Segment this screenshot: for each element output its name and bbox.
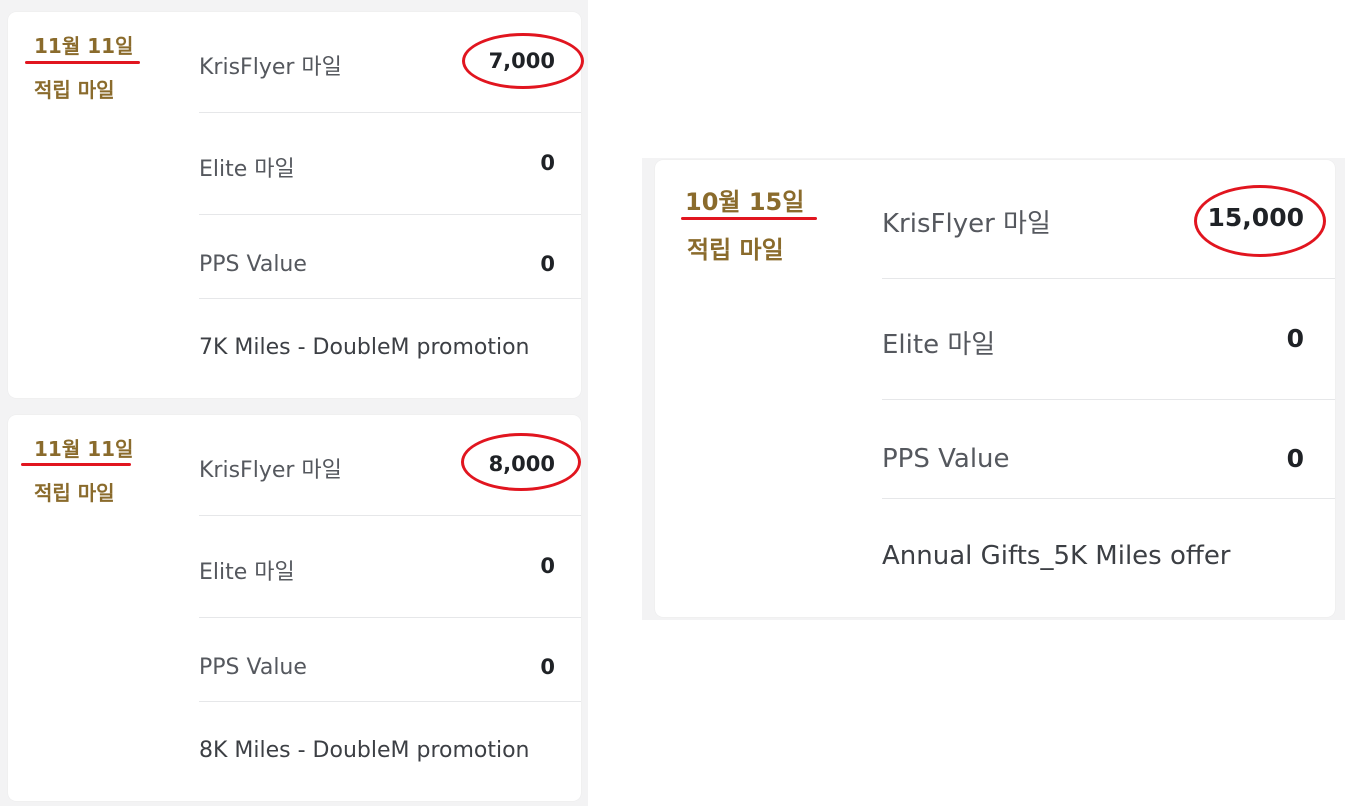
elite-label: Elite 마일 <box>199 560 295 585</box>
elite-value: 0 <box>540 151 555 175</box>
promotion-description: 8K Miles - DoubleM promotion <box>199 738 530 763</box>
highlight-ellipse <box>1194 185 1326 257</box>
mileage-card-1: 11월 11일 적립 마일 KrisFlyer 마일 7,000 Elite 마… <box>8 12 584 398</box>
krisflyer-label: KrisFlyer 마일 <box>199 55 342 80</box>
annotation-underline <box>25 61 140 64</box>
promotion-description: 7K Miles - DoubleM promotion <box>199 335 530 360</box>
krisflyer-row: KrisFlyer 마일 15,000 <box>882 160 1335 279</box>
elite-row: Elite 마일 0 <box>199 516 581 618</box>
elite-row: Elite 마일 0 <box>199 113 581 215</box>
annotation-caption: 적립 마일 <box>687 236 784 264</box>
annotation-caption: 적립 마일 <box>34 78 115 102</box>
pps-value: 0 <box>1286 444 1304 473</box>
pps-value: 0 <box>540 252 555 276</box>
pps-row: PPS Value 0 <box>199 618 581 702</box>
highlight-ellipse <box>462 33 584 89</box>
elite-label: Elite 마일 <box>882 330 996 360</box>
pps-label: PPS Value <box>199 655 307 680</box>
annotation-underline <box>681 217 817 220</box>
pps-row: PPS Value 0 <box>882 400 1335 499</box>
annotation-date: 10월 15일 <box>685 188 805 216</box>
krisflyer-row: KrisFlyer 마일 7,000 <box>199 12 584 113</box>
annotation-caption: 적립 마일 <box>34 481 115 505</box>
krisflyer-label: KrisFlyer 마일 <box>199 458 342 483</box>
pps-row: PPS Value 0 <box>199 215 581 299</box>
promotion-description: Annual Gifts_5K Miles offer <box>882 541 1231 571</box>
annotation-date: 11월 11일 <box>34 34 134 58</box>
pps-label: PPS Value <box>199 252 307 277</box>
description-row: 7K Miles - DoubleM promotion <box>199 299 581 398</box>
highlight-ellipse <box>461 433 581 491</box>
krisflyer-label: KrisFlyer 마일 <box>882 209 1051 239</box>
elite-label: Elite 마일 <box>199 157 295 182</box>
description-row: 8K Miles - DoubleM promotion <box>199 702 581 801</box>
elite-row: Elite 마일 0 <box>882 279 1335 400</box>
elite-value: 0 <box>540 554 555 578</box>
pps-value: 0 <box>540 655 555 679</box>
mileage-card-3: 10월 15일 적립 마일 KrisFlyer 마일 15,000 Elite … <box>655 160 1335 617</box>
annotation-date: 11월 11일 <box>34 437 134 461</box>
krisflyer-row: KrisFlyer 마일 8,000 <box>199 415 581 516</box>
pps-label: PPS Value <box>882 444 1010 474</box>
mileage-card-2: 11월 11일 적립 마일 KrisFlyer 마일 8,000 Elite 마… <box>8 415 581 801</box>
elite-value: 0 <box>1286 324 1304 353</box>
description-row: Annual Gifts_5K Miles offer <box>882 499 1335 617</box>
annotation-underline <box>21 463 131 466</box>
